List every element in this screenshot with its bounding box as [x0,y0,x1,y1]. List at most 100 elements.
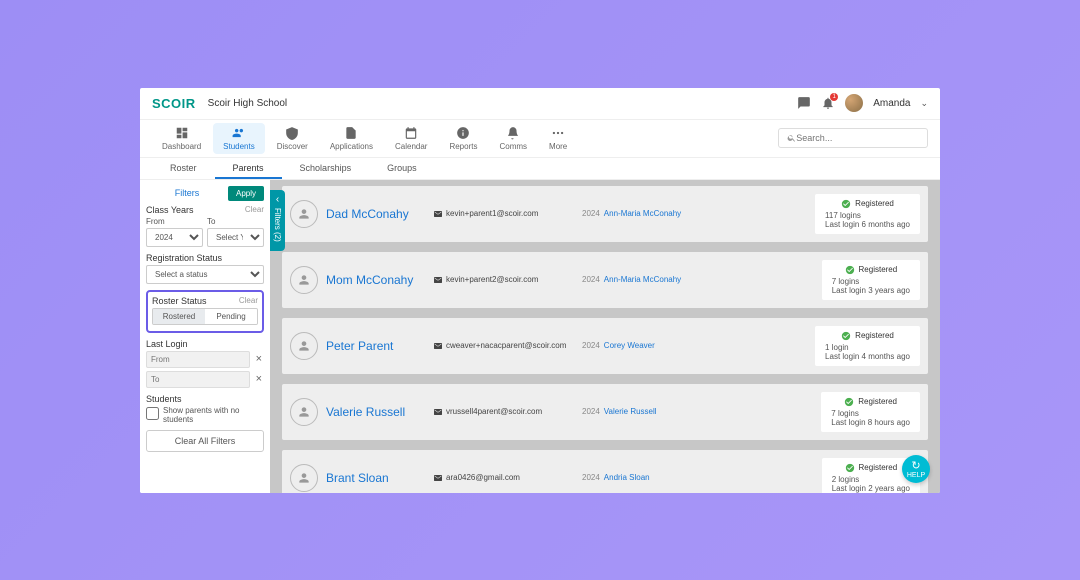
parent-student: 2024Corey Weaver [582,341,692,350]
student-link[interactable]: Valerie Russell [604,407,657,416]
roster-status-toggle: Rostered Pending [152,308,258,325]
students-title: Students [146,394,182,404]
last-login: Last login 2 years ago [832,484,910,493]
status-box: Registered 7 logins Last login 8 hours a… [821,392,920,432]
subnav: Roster Parents Scholarships Groups [140,158,940,180]
username[interactable]: Amanda [873,98,910,109]
parent-name[interactable]: Valerie Russell [326,405,426,419]
to-label: To [207,217,264,226]
from-label: From [146,217,203,226]
last-login: Last login 4 months ago [825,352,910,361]
parent-email: vrussell4parent@scoir.com [434,407,574,416]
nav-students[interactable]: Students [213,123,265,154]
from-year-select[interactable]: 2024 [146,228,203,247]
tab-roster[interactable]: Roster [152,159,215,179]
chevron-down-icon[interactable]: ⌄ [920,98,928,109]
topbar: SCOIR Scoir High School 1 Amanda ⌄ [140,88,940,120]
status-badge: Registered [825,199,910,209]
clear-roster-status[interactable]: Clear [239,296,258,306]
school-name: Scoir High School [208,98,287,109]
pending-toggle[interactable]: Pending [205,309,257,324]
status-badge: Registered [832,265,910,275]
to-year-select[interactable]: Select Year [207,228,264,247]
tab-groups[interactable]: Groups [369,159,435,179]
status-badge: Registered [832,463,910,473]
no-students-checkbox[interactable] [146,407,159,420]
nav-label: Students [223,142,255,151]
avatar[interactable] [845,94,863,112]
filters-collapse-tab[interactable]: Filters (2) [270,190,285,252]
students-section: Students Show parents with no students [146,394,264,424]
help-button[interactable]: HELP [902,455,930,483]
parent-email: ara0426@gmail.com [434,473,574,482]
clear-class-years[interactable]: Clear [245,205,264,215]
parent-name[interactable]: Peter Parent [326,339,426,353]
roster-status-title: Roster Status [152,296,207,306]
no-students-label: Show parents with no students [163,406,264,424]
last-login: Last login 8 hours ago [831,418,910,427]
parent-email: cweaver+nacacparent@scoir.com [434,341,574,350]
topbar-right: 1 Amanda ⌄ [797,94,928,112]
parent-name[interactable]: Dad McConahy [326,207,426,221]
parent-student: 2024Valerie Russell [582,407,692,416]
parent-row[interactable]: Dad McConahy kevin+parent1@scoir.com 202… [282,186,928,242]
logins-count: 7 logins [831,409,910,418]
nav-label: Comms [499,142,527,151]
tab-parents[interactable]: Parents [215,159,282,179]
last-login-section: Last Login × × [146,339,264,388]
rostered-toggle[interactable]: Rostered [153,309,205,324]
no-students-checkbox-row[interactable]: Show parents with no students [146,406,264,424]
nav-reports[interactable]: Reports [439,123,487,154]
parent-row[interactable]: Peter Parent cweaver+nacacparent@scoir.c… [282,318,928,374]
apply-button[interactable]: Apply [228,186,264,201]
parent-row[interactable]: Brant Sloan ara0426@gmail.com 2024Andria… [282,450,928,493]
last-login-title: Last Login [146,339,188,349]
clear-to-icon[interactable]: × [254,373,264,385]
search-input[interactable] [796,133,919,143]
parent-avatar-icon [290,200,318,228]
status-box: Registered 7 logins Last login 3 years a… [822,260,920,300]
chat-icon[interactable] [797,96,811,110]
last-login-from[interactable] [146,351,250,368]
check-icon [841,331,851,341]
nav-comms[interactable]: Comms [489,123,537,154]
nav-more[interactable]: More [539,123,577,154]
tab-scholarships[interactable]: Scholarships [282,159,370,179]
nav-discover[interactable]: Discover [267,123,318,154]
clear-from-icon[interactable]: × [254,353,264,365]
app-window: SCOIR Scoir High School 1 Amanda ⌄ Dashb… [140,88,940,493]
notif-badge: 1 [830,93,838,101]
check-icon [845,265,855,275]
parent-row[interactable]: Valerie Russell vrussell4parent@scoir.co… [282,384,928,440]
nav-label: Applications [330,142,373,151]
parent-name[interactable]: Brant Sloan [326,471,426,485]
content-area: Filters Apply Class Years Clear From 202… [140,180,940,493]
clear-all-button[interactable]: Clear All Filters [146,430,264,452]
filters-header: Filters Apply [146,186,264,201]
student-link[interactable]: Ann-Maria McConahy [604,209,681,218]
registration-title: Registration Status [146,253,222,263]
student-link[interactable]: Andria Sloan [604,473,650,482]
parent-student: 2024Ann-Maria McConahy [582,275,692,284]
parent-avatar-icon [290,266,318,294]
nav-label: More [549,142,567,151]
student-link[interactable]: Ann-Maria McConahy [604,275,681,284]
nav-applications[interactable]: Applications [320,123,383,154]
registration-section: Registration Status Select a status [146,253,264,284]
parent-avatar-icon [290,464,318,492]
registration-select[interactable]: Select a status [146,265,264,284]
search-box[interactable] [778,128,928,148]
bell-icon[interactable]: 1 [821,96,835,110]
class-years-title: Class Years [146,205,194,215]
nav-label: Calendar [395,142,427,151]
results-area[interactable]: Dad McConahy kevin+parent1@scoir.com 202… [270,180,940,493]
brand-logo[interactable]: SCOIR [152,96,196,111]
last-login-to[interactable] [146,371,250,388]
student-link[interactable]: Corey Weaver [604,341,655,350]
check-icon [845,463,855,473]
parent-name[interactable]: Mom McConahy [326,273,426,287]
nav-dashboard[interactable]: Dashboard [152,123,211,154]
nav-calendar[interactable]: Calendar [385,123,437,154]
parent-row[interactable]: Mom McConahy kevin+parent2@scoir.com 202… [282,252,928,308]
parent-avatar-icon [290,398,318,426]
